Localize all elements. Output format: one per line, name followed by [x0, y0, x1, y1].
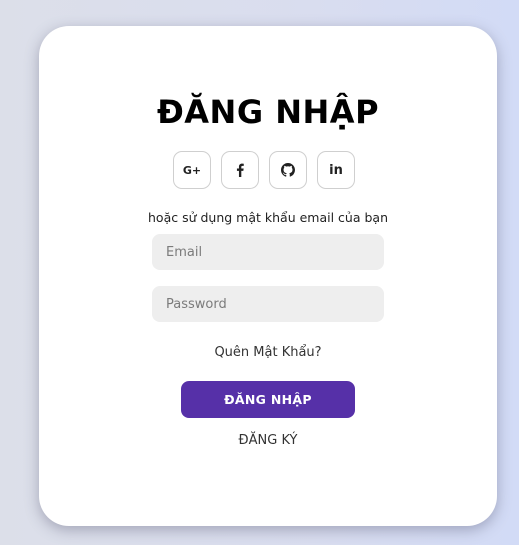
- page-title: ĐĂNG NHẬP: [156, 93, 380, 131]
- facebook-button[interactable]: [221, 151, 259, 189]
- github-button[interactable]: [269, 151, 307, 189]
- forgot-password-link[interactable]: Quên Mật Khẩu?: [39, 345, 497, 360]
- google-plus-button[interactable]: G+: [173, 151, 211, 189]
- email-field[interactable]: [152, 234, 384, 270]
- linkedin-button[interactable]: in: [317, 151, 355, 189]
- login-button[interactable]: ĐĂNG NHẬP: [181, 381, 355, 418]
- alternative-login-text: hoặc sử dụng mật khẩu email của bạn: [148, 210, 388, 225]
- login-card: ĐĂNG NHẬP G+ in hoặc sử dụng mật khẩu em…: [39, 26, 497, 526]
- github-icon: [281, 163, 295, 177]
- facebook-icon: [236, 163, 244, 177]
- password-field[interactable]: [152, 286, 384, 322]
- google-plus-icon: G+: [182, 163, 202, 177]
- register-link[interactable]: ĐĂNG KÝ: [39, 433, 497, 448]
- linkedin-icon: in: [329, 162, 343, 178]
- social-login-group: G+ in: [173, 151, 355, 189]
